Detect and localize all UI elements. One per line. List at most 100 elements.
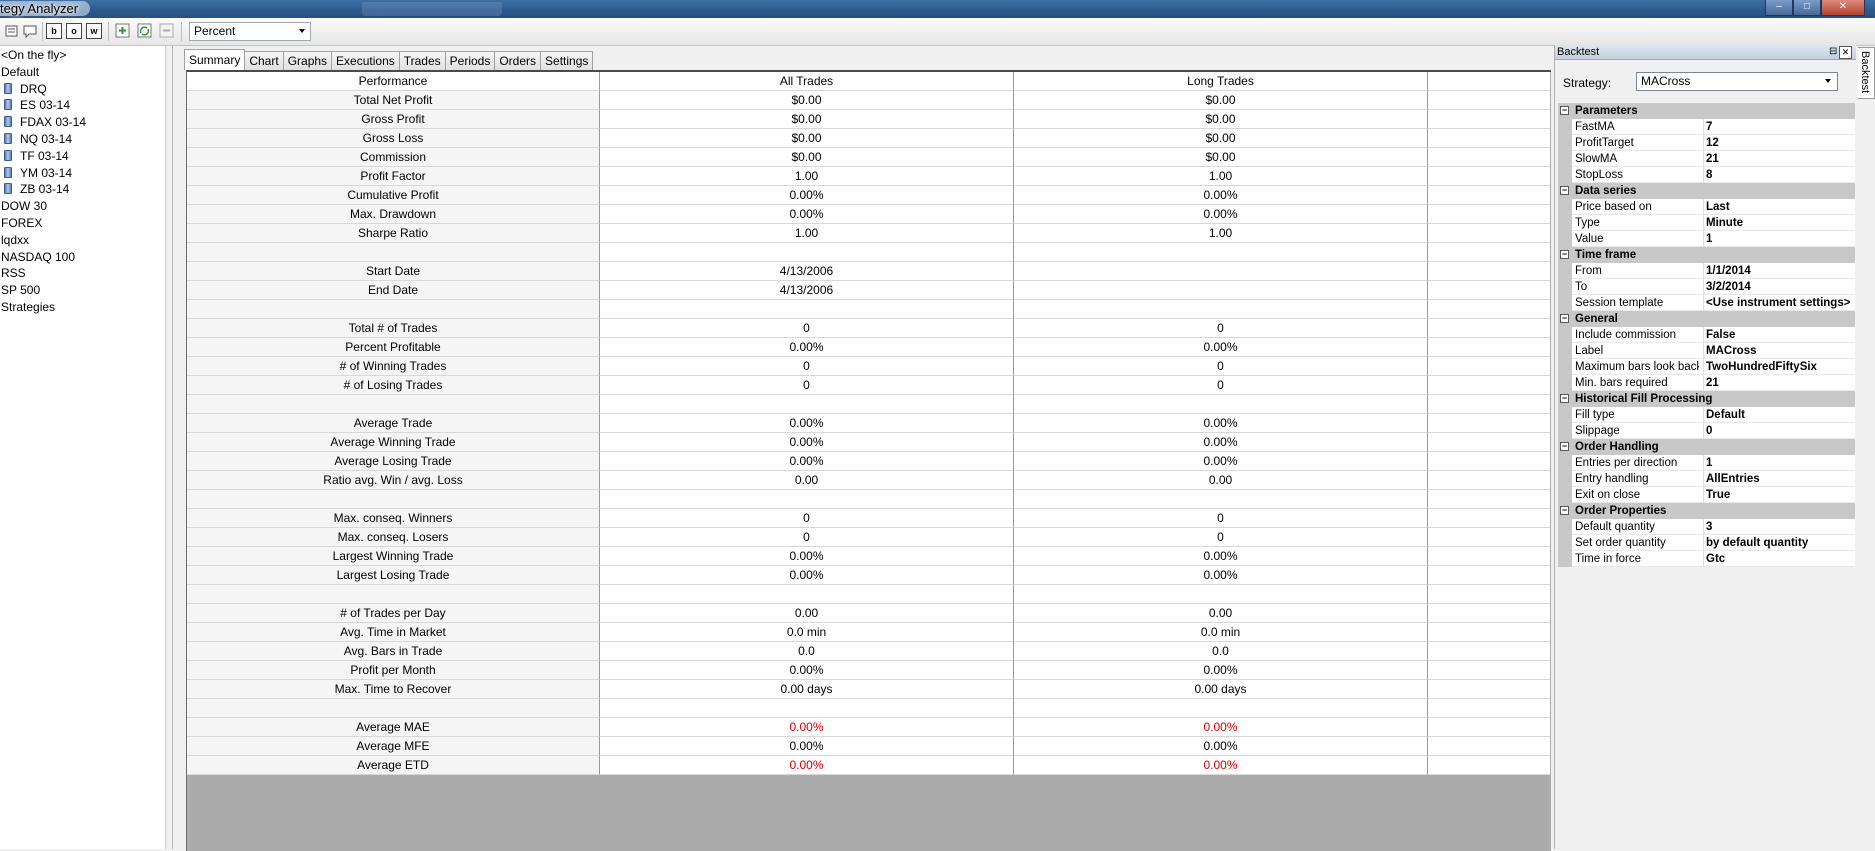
property-row[interactable]: Slippage 0 [1558,423,1855,439]
property-value[interactable]: 3 [1703,519,1856,535]
property-row[interactable]: Entries per direction 1 [1558,455,1855,471]
property-row[interactable]: Exit on close True [1558,487,1855,503]
w-button[interactable]: w [86,23,102,39]
collapse-icon[interactable]: − [1560,506,1569,515]
strategy-dropdown[interactable]: MACross [1636,72,1838,91]
property-value[interactable]: 21 [1703,151,1856,167]
minimize-button[interactable]: – [1765,0,1793,16]
tree-item[interactable]: Strategies [1,299,55,315]
tree-item[interactable]: ZB 03-14 [4,181,69,197]
collapse-icon[interactable]: − [1560,314,1569,323]
property-row[interactable]: Label MACross [1558,343,1855,359]
tree-item[interactable]: RSS [1,265,26,281]
property-row[interactable]: FastMA 7 [1558,119,1855,135]
tree-item[interactable]: SP 500 [1,282,40,298]
comment-icon[interactable] [22,23,38,39]
property-value[interactable]: 1 [1703,455,1856,471]
close-button[interactable]: ✕ [1821,0,1865,16]
refresh-icon[interactable] [137,23,153,39]
property-value[interactable]: <Use instrument settings> [1703,295,1856,311]
property-row[interactable]: Set order quantity by default quantity [1558,535,1855,551]
property-category[interactable]: − Time frame [1558,247,1855,263]
property-value[interactable]: by default quantity [1703,535,1856,551]
property-value[interactable]: 7 [1703,119,1856,135]
property-row[interactable]: ProfitTarget 12 [1558,135,1855,151]
maximize-button[interactable]: □ [1793,0,1821,16]
collapse-icon[interactable]: − [1560,186,1569,195]
property-row[interactable]: Default quantity 3 [1558,519,1855,535]
tab-periods[interactable]: Periods [444,51,496,70]
property-row[interactable]: Entry handling AllEntries [1558,471,1855,487]
property-value[interactable]: 3/2/2014 [1703,279,1856,295]
property-category[interactable]: − General [1558,311,1855,327]
tree-item[interactable]: FDAX 03-14 [4,114,86,130]
property-value[interactable]: 0 [1703,423,1856,439]
property-value[interactable]: MACross [1703,343,1856,359]
tab-graphs[interactable]: Graphs [282,51,333,70]
backtest-side-tab[interactable]: Backtest [1858,47,1875,99]
property-value[interactable]: Default [1703,407,1856,423]
remove-icon[interactable] [159,23,175,39]
properties-icon[interactable] [4,23,20,39]
property-value[interactable]: 8 [1703,167,1856,183]
property-row[interactable]: Include commission False [1558,327,1855,343]
property-row[interactable]: Value 1 [1558,231,1855,247]
property-row[interactable]: Session template <Use instrument settings… [1558,295,1855,311]
property-value[interactable]: AllEntries [1703,471,1856,487]
pin-icon[interactable]: ⊟ [1829,47,1838,57]
add-icon[interactable] [115,23,131,39]
o-button[interactable]: o [66,23,82,39]
tab-chart[interactable]: Chart [244,51,284,70]
tree-item[interactable]: FOREX [1,215,42,231]
tab-orders[interactable]: Orders [494,51,542,70]
property-row[interactable]: Time in force Gtc [1558,551,1855,567]
column-header[interactable]: Performance [187,72,600,91]
property-row[interactable]: To 3/2/2014 [1558,279,1855,295]
property-category[interactable]: − Order Properties [1558,503,1855,519]
property-category[interactable]: − Order Handling [1558,439,1855,455]
tree-item[interactable]: TF 03-14 [4,148,69,164]
property-value[interactable]: 21 [1703,375,1856,391]
property-category[interactable]: − Parameters [1558,103,1855,119]
tree-item[interactable]: Default [1,64,39,80]
property-value[interactable]: True [1703,487,1856,503]
property-row[interactable]: StopLoss 8 [1558,167,1855,183]
property-value[interactable]: TwoHundredFiftySix [1703,359,1856,375]
collapse-icon[interactable]: − [1560,250,1569,259]
column-header[interactable] [1428,72,1550,91]
collapse-icon[interactable]: − [1560,442,1569,451]
property-category[interactable]: − Historical Fill Processing [1558,391,1855,407]
property-value[interactable]: 12 [1703,135,1856,151]
tree-item[interactable]: DRQ [4,81,47,97]
property-row[interactable]: SlowMA 21 [1558,151,1855,167]
tab-settings[interactable]: Settings [540,51,594,70]
tree-item[interactable]: YM 03-14 [4,165,72,181]
tab-summary[interactable]: Summary [184,49,246,70]
property-category[interactable]: − Data series [1558,183,1855,199]
property-row[interactable]: Fill type Default [1558,407,1855,423]
b-button[interactable]: b [46,23,62,39]
close-icon[interactable]: ✕ [1839,46,1852,59]
tree-item[interactable]: ES 03-14 [4,97,70,113]
tree-item[interactable]: NASDAQ 100 [1,249,75,265]
property-value[interactable]: 1/1/2014 [1703,263,1856,279]
property-value[interactable]: Last [1703,199,1856,215]
property-row[interactable]: From 1/1/2014 [1558,263,1855,279]
tree-item[interactable]: lqdxx [1,232,29,248]
property-row[interactable]: Maximum bars look back TwoHundredFiftySix [1558,359,1855,375]
tree-scrollbar[interactable] [165,46,172,849]
tree-item[interactable]: NQ 03-14 [4,131,72,147]
collapse-icon[interactable]: − [1560,394,1569,403]
property-value[interactable]: Minute [1703,215,1856,231]
property-row[interactable]: Type Minute [1558,215,1855,231]
tab-trades[interactable]: Trades [398,51,446,70]
display-mode-dropdown[interactable]: Percent [189,22,311,41]
property-row[interactable]: Price based on Last [1558,199,1855,215]
column-header[interactable]: All Trades [600,72,1014,91]
property-row[interactable]: Min. bars required 21 [1558,375,1855,391]
tree-item[interactable]: <On the fly> [1,47,66,63]
property-value[interactable]: False [1703,327,1856,343]
tree-item[interactable]: DOW 30 [1,198,47,214]
tab-executions[interactable]: Executions [331,51,400,70]
column-header[interactable]: Long Trades [1014,72,1428,91]
